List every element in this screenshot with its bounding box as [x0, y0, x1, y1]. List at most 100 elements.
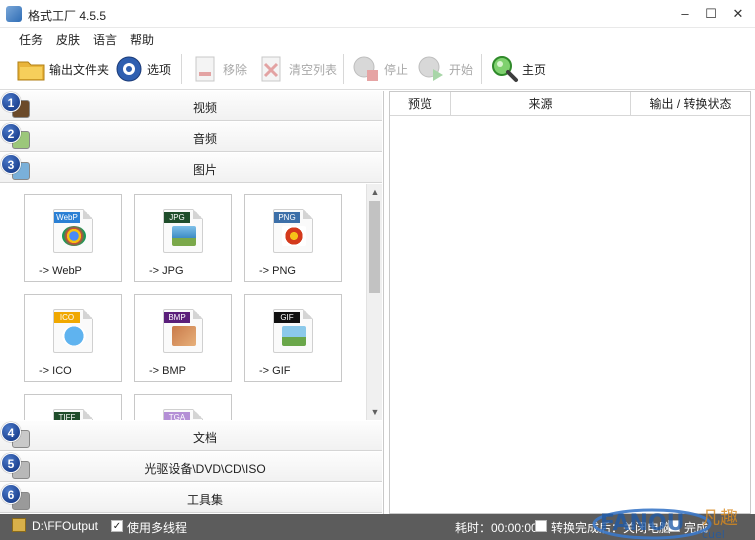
category-audio-label: 音频 [192, 132, 217, 146]
jpg-file-icon: JPG [163, 209, 203, 253]
start-button[interactable]: 开始 [416, 52, 473, 86]
format-tile-png[interactable]: PNG -> PNG [244, 194, 342, 282]
column-source[interactable]: 来源 [451, 92, 631, 116]
task-list[interactable]: 预览 来源 输出 / 转换状态 [389, 91, 751, 514]
format-label: -> GIF [259, 365, 291, 377]
format-tile-tga[interactable]: TGA [134, 394, 232, 420]
menu-language[interactable]: 语言 [93, 31, 117, 48]
format-tag: PNG [274, 212, 300, 223]
badge-2: 2 [1, 123, 21, 143]
folder-icon [16, 54, 46, 84]
category-video-label: 视频 [192, 101, 217, 115]
format-label: -> ICO [39, 365, 72, 377]
format-tag: TIFF [54, 412, 80, 420]
minimize-button[interactable]: – [672, 0, 698, 28]
format-tag: WebP [54, 212, 80, 223]
folder-icon[interactable] [12, 518, 26, 532]
elapsed-time: 耗时：00:00:00 [455, 521, 538, 535]
home-search-icon [489, 54, 519, 84]
menu-skin[interactable]: 皮肤 [56, 31, 80, 48]
flower-icon [282, 226, 306, 246]
format-tag: GIF [274, 312, 300, 323]
format-label: -> WebP [39, 265, 82, 277]
badge-3: 3 [1, 154, 21, 174]
options-label: 选项 [147, 62, 172, 77]
maximize-button[interactable]: ☐ [698, 0, 724, 28]
home-button[interactable]: 主页 [489, 52, 546, 86]
format-label: -> PNG [259, 265, 296, 277]
multithread-checkbox[interactable]: ✓ [111, 520, 123, 532]
format-label: -> BMP [149, 365, 186, 377]
app-logo-icon [6, 6, 22, 22]
after-convert-label: 转换完成后：关闭电脑 [551, 521, 672, 535]
category-video[interactable]: 1 视频 [0, 91, 382, 121]
clear-list-button[interactable]: 清空列表 [256, 52, 337, 86]
category-image[interactable]: 3 图片 [0, 153, 382, 183]
scroll-down-arrow-icon[interactable]: ▼ [367, 404, 383, 420]
category-image-label: 图片 [192, 163, 217, 177]
png-file-icon: PNG [273, 209, 313, 253]
category-tools[interactable]: 6 工具集 [0, 483, 382, 513]
badge-5: 5 [1, 453, 21, 473]
format-tag: TGA [164, 412, 190, 420]
ico-file-icon: ICO [53, 309, 93, 353]
output-path[interactable]: D:\FFOutput [32, 519, 98, 533]
menu-task[interactable]: 任务 [19, 31, 43, 48]
category-document-label: 文档 [192, 431, 217, 445]
category-audio[interactable]: 2 音频 [0, 122, 382, 152]
bmp-file-icon: BMP [163, 309, 203, 353]
stop-icon [351, 54, 381, 84]
badge-4: 4 [1, 422, 21, 442]
format-tile-webp[interactable]: WebP -> WebP [24, 194, 122, 282]
format-tile-jpg[interactable]: JPG -> JPG [134, 194, 232, 282]
badge-1: 1 [1, 92, 21, 112]
output-folder-button[interactable]: 输出文件夹 [16, 52, 109, 86]
format-grid-scrollbar[interactable]: ▲ ▼ [366, 184, 382, 420]
start-icon [416, 54, 446, 84]
title-bar: 格式工厂 4.5.5 – ☐ ✕ [0, 0, 755, 28]
category-optical-label: 光驱设备\DVD\CD\ISO [144, 462, 266, 476]
menu-help[interactable]: 帮助 [130, 31, 154, 48]
format-tile-gif[interactable]: GIF -> GIF [244, 294, 342, 382]
column-preview[interactable]: 预览 [390, 92, 451, 116]
format-label: -> JPG [149, 265, 184, 277]
image-format-grid: WebP -> WebP JPG -> JPG PNG -> PNG ICO -… [0, 184, 366, 420]
toolbar: 输出文件夹 选项 移除 清空列表 停止 开始 主页 [0, 48, 755, 90]
close-button[interactable]: ✕ [725, 0, 751, 28]
landscape-icon [282, 326, 306, 346]
toolbar-divider [181, 54, 182, 84]
done-notify-checkbox[interactable] [668, 520, 680, 532]
clear-list-icon [256, 54, 286, 84]
format-tag: JPG [164, 212, 190, 223]
after-convert-checkbox[interactable] [535, 520, 547, 532]
category-document[interactable]: 4 文档 [0, 421, 382, 451]
remove-label: 移除 [223, 62, 248, 77]
stop-button[interactable]: 停止 [351, 52, 408, 86]
format-tile-ico[interactable]: ICO -> ICO [24, 294, 122, 382]
scroll-thumb[interactable] [369, 201, 380, 293]
webp-file-icon: WebP [53, 209, 93, 253]
scroll-up-arrow-icon[interactable]: ▲ [367, 184, 383, 200]
options-button[interactable]: 选项 [114, 52, 171, 86]
format-tile-tiff[interactable]: TIFF [24, 394, 122, 420]
toolbar-divider [343, 54, 344, 84]
output-folder-label: 输出文件夹 [49, 62, 110, 77]
multithread-label: 使用多线程 [127, 521, 188, 535]
tiff-file-icon: TIFF [53, 409, 93, 420]
column-output-status[interactable]: 输出 / 转换状态 [631, 92, 750, 116]
category-optical[interactable]: 5 光驱设备\DVD\CD\ISO [0, 452, 382, 482]
format-tag: ICO [54, 312, 80, 323]
format-tag: BMP [164, 312, 190, 323]
toolbar-divider [481, 54, 482, 84]
category-panel: 1 视频 2 音频 3 图片 WebP -> WebP JPG -> JPG P… [0, 91, 384, 514]
landscape-icon [172, 226, 196, 246]
done-notify-label: 完成 [684, 521, 709, 535]
tga-file-icon: TGA [163, 409, 203, 420]
menu-bar: 任务 皮肤 语言 帮助 [0, 28, 755, 48]
window-title: 格式工厂 4.5.5 [28, 9, 107, 23]
home-label: 主页 [522, 62, 547, 77]
clear-list-label: 清空列表 [289, 62, 338, 77]
remove-button[interactable]: 移除 [190, 52, 247, 86]
gif-file-icon: GIF [273, 309, 313, 353]
format-tile-bmp[interactable]: BMP -> BMP [134, 294, 232, 382]
